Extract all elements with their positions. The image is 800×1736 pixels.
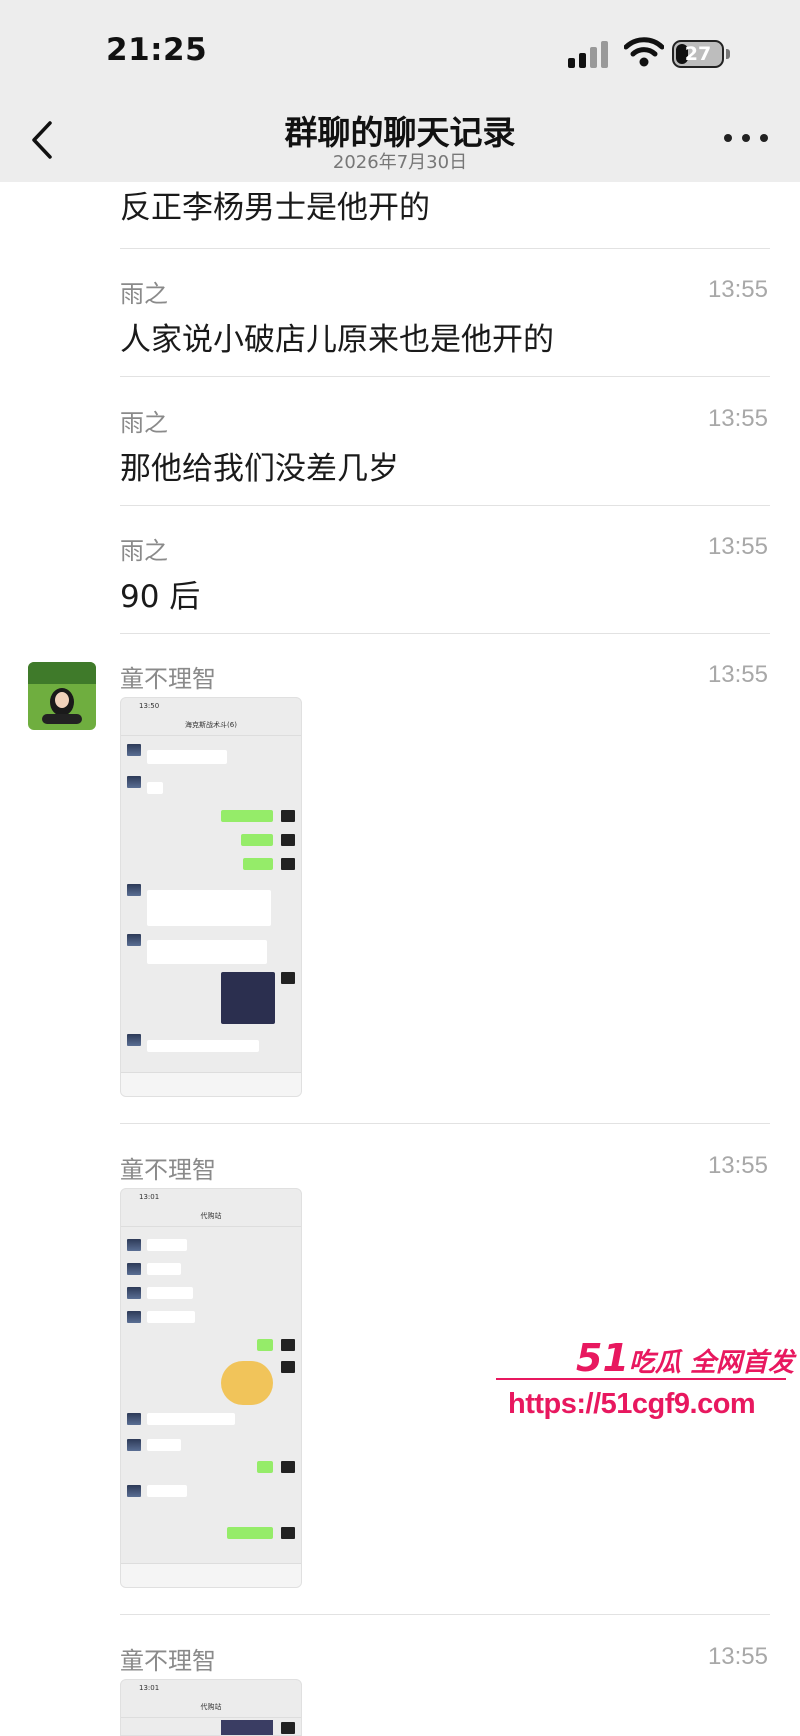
image-message[interactable]: 13:01 代购站: [120, 1679, 302, 1736]
cellular-signal-icon: [568, 40, 612, 68]
divider: [120, 505, 770, 506]
sender-name: 雨之: [120, 537, 168, 565]
status-time: 21:25: [106, 32, 208, 68]
back-button[interactable]: [22, 112, 62, 168]
divider: [120, 248, 770, 249]
message-time: 13:55: [707, 533, 768, 560]
battery-icon: 27: [672, 40, 724, 68]
sender-name: 童不理智: [120, 1156, 216, 1184]
thumb-title: 代购站: [121, 1696, 301, 1718]
message-text: 那他给我们没差几岁: [120, 451, 399, 487]
divider: [120, 376, 770, 377]
watermark-url: https://51cgf9.com: [508, 1388, 756, 1420]
thumb-status-time: 13:01: [139, 1684, 160, 1692]
message-text: 人家说小破店儿原来也是他开的: [120, 322, 554, 358]
watermark-line: [496, 1378, 786, 1380]
watermark-brand: 51吃瓜 全网首发: [576, 1336, 794, 1380]
message-time: 13:55: [707, 1643, 768, 1670]
battery-level: 27: [684, 43, 712, 65]
sender-name: 童不理智: [120, 1647, 216, 1675]
sender-name: 雨之: [120, 409, 168, 437]
dot-icon: [742, 134, 750, 142]
page-subtitle-date: 2026年7月30日: [332, 152, 468, 173]
message-time: 13:55: [707, 661, 768, 688]
chevron-left-icon: [32, 121, 52, 159]
sender-name: 雨之: [120, 280, 168, 308]
avatar[interactable]: [28, 662, 96, 730]
message-time: 13:55: [707, 405, 768, 432]
message-time: 13:55: [707, 276, 768, 303]
wifi-icon: [623, 36, 665, 68]
top-bar: 21:25 27 群聊的聊天记录 2026年7月30日: [0, 0, 800, 182]
battery-tip: [726, 49, 730, 59]
sender-name: 童不理智: [120, 665, 216, 693]
divider: [120, 1123, 770, 1124]
thumb-status-time: 13:01: [139, 1193, 160, 1201]
message-text: 90 后: [120, 579, 201, 615]
divider: [120, 1614, 770, 1615]
image-message[interactable]: 13:01 代购站: [120, 1188, 302, 1588]
image-message[interactable]: 13:50 海克斯战术斗(6): [120, 697, 302, 1097]
message-time: 13:55: [707, 1152, 768, 1179]
page-title: 群聊的聊天记录: [284, 113, 516, 152]
dot-icon: [760, 134, 768, 142]
dot-icon: [724, 134, 732, 142]
message-text: 反正李杨男士是他开的: [120, 190, 430, 226]
thumb-title: 海克斯战术斗(6): [121, 714, 301, 736]
thumb-title: 代购站: [121, 1205, 301, 1227]
thumb-status-time: 13:50: [139, 702, 160, 710]
divider: [120, 633, 770, 634]
watermark: 51吃瓜 全网首发 https://51cgf9.com: [496, 1336, 796, 1426]
more-options-button[interactable]: [724, 130, 768, 146]
